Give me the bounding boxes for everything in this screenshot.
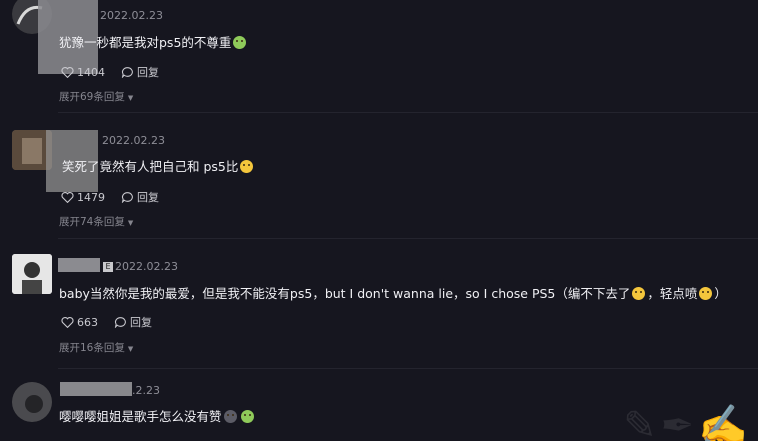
comment-date: 2022.02.23 [115, 260, 178, 273]
divider [58, 112, 758, 113]
laughing-face-emoji-icon [240, 160, 254, 173]
comment-text: 笑死了竟然有人把自己和 ps5比 [62, 156, 255, 175]
comment-text: 犹豫一秒都是我对ps5的不尊重 [59, 32, 248, 51]
divider [58, 368, 758, 369]
reply-button[interactable]: 回复 [121, 189, 159, 205]
badge-icon: E [103, 262, 113, 272]
expand-replies-button[interactable]: 展开74条回复 ▼ [59, 214, 133, 229]
divider [58, 238, 758, 239]
expand-replies-button[interactable]: 展开69条回复 ▼ [59, 89, 133, 104]
comment-actions: 1404 回复 [61, 64, 175, 80]
comment-bubble-icon [121, 192, 133, 203]
like-count: 1479 [77, 190, 105, 204]
heart-icon [61, 192, 74, 203]
reply-button[interactable]: 回复 [121, 64, 159, 80]
comment-date: 2022.02.23 [100, 9, 163, 22]
watermark: ✎✒✍ [623, 403, 752, 441]
expand-replies-button[interactable]: 展开16条回复 ▼ [59, 340, 133, 355]
caret-down-icon: ▼ [127, 219, 134, 227]
dark-face-emoji-icon [223, 410, 237, 423]
like-count: 1404 [77, 65, 105, 79]
reply-button[interactable]: 回复 [114, 314, 152, 330]
sick-face-emoji-icon [240, 410, 254, 423]
comment-actions: 663 回复 [61, 314, 168, 330]
caret-down-icon: ▼ [127, 94, 134, 102]
caret-down-icon: ▼ [127, 345, 134, 353]
comment-text: 嘤嘤嘤姐姐是歌手怎么没有赞 [59, 406, 256, 425]
blurred-username [58, 258, 100, 272]
comment-bubble-icon [114, 317, 126, 328]
comment-date: .2.23 [132, 384, 160, 397]
heart-icon [61, 67, 74, 78]
comment-bubble-icon [121, 67, 133, 78]
like-count: 663 [77, 315, 98, 329]
like-button[interactable]: 1479 [61, 191, 105, 204]
laughing-face-emoji-icon [699, 287, 713, 300]
grimacing-face-emoji-icon [632, 287, 646, 300]
reply-label: 回复 [137, 191, 159, 204]
avatar[interactable] [12, 382, 52, 422]
blurred-username [60, 382, 132, 396]
heart-icon [61, 317, 74, 328]
reply-label: 回复 [137, 66, 159, 79]
comment-actions: 1479 回复 [61, 189, 175, 205]
reply-label: 回复 [130, 316, 152, 329]
avatar[interactable] [12, 254, 52, 294]
comment-date: 2022.02.23 [102, 134, 165, 147]
like-button[interactable]: 663 [61, 316, 98, 329]
avatar-image [12, 254, 52, 294]
like-button[interactable]: 1404 [61, 66, 105, 79]
comment-text: baby当然你是我的最爱，但是我不能没有ps5，but I don't wann… [59, 286, 727, 301]
comment-feed: 2022.02.23 犹豫一秒都是我对ps5的不尊重 1404 回复 展开69条… [0, 0, 758, 441]
sick-face-emoji-icon [233, 36, 247, 49]
avatar-image [12, 382, 52, 422]
